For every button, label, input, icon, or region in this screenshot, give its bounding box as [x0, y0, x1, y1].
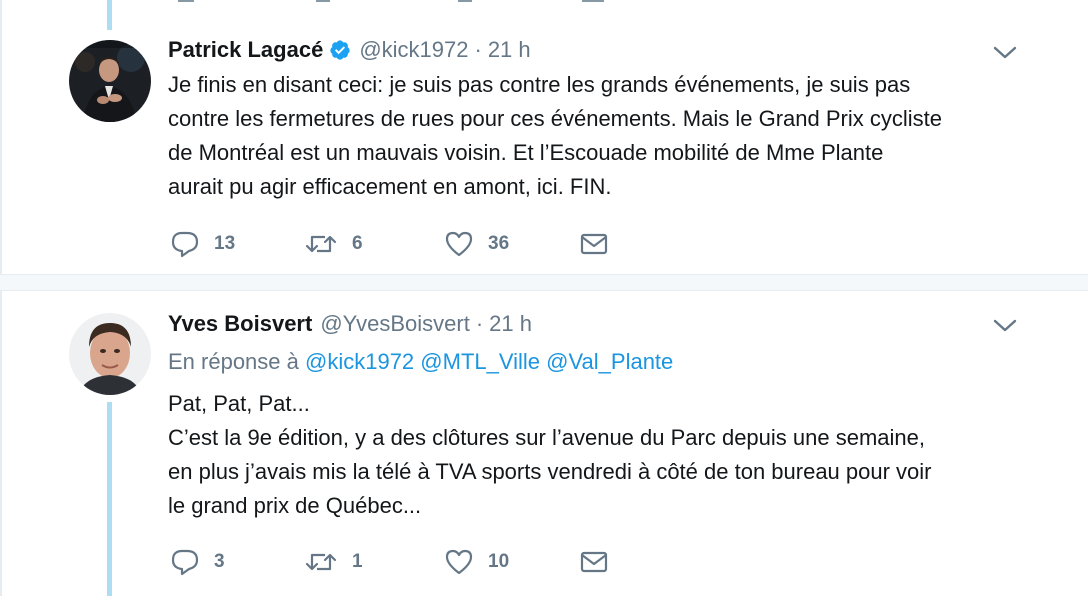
tweet-text-line: contre les fermetures de rues pour ces é… [168, 106, 942, 131]
avatar[interactable] [69, 313, 151, 395]
tweet-text-line: C’est la 9e édition, y a des clôtures su… [168, 425, 925, 450]
retweet-icon [305, 235, 337, 253]
retweet-button[interactable]: 1 [304, 547, 363, 577]
tweet[interactable]: Patrick Lagacé @kick1972 · 21 h Je finis… [0, 0, 1088, 274]
tweet-actions: 3 1 10 [170, 547, 630, 577]
retweet-icon [305, 553, 337, 571]
direct-message-button[interactable] [580, 229, 608, 259]
tweet-header: Patrick Lagacé @kick1972 · 21 h [168, 36, 531, 64]
heart-icon [445, 231, 473, 257]
tweet-text: Pat, Pat, Pat... C’est la 9e édition, y … [168, 387, 932, 523]
tweet-timestamp[interactable]: 21 h [489, 310, 532, 338]
verified-badge-icon [330, 40, 350, 60]
tweet-text-line: Je finis en disant ceci: je suis pas con… [168, 72, 911, 97]
reply-button[interactable]: 3 [170, 547, 225, 577]
reply-count: 13 [214, 233, 236, 254]
avatar[interactable] [69, 40, 151, 122]
header-separator: · [474, 37, 482, 62]
tweet-divider [0, 274, 1088, 291]
tweet-header: Yves Boisvert @YvesBoisvert · 21 h [168, 310, 532, 338]
reply-button[interactable]: 13 [170, 229, 235, 259]
like-count: 36 [488, 233, 510, 254]
tweet-text-line: en plus j’avais mis la télé à TVA sports… [168, 459, 932, 484]
author-handle[interactable]: @YvesBoisvert [320, 310, 470, 338]
mention-link[interactable]: @kick1972 [305, 349, 414, 374]
reply-icon [171, 231, 199, 258]
reply-icon [171, 549, 199, 576]
envelope-icon [580, 233, 608, 255]
author-name[interactable]: Patrick Lagacé [168, 36, 323, 64]
tweet[interactable]: Yves Boisvert @YvesBoisvert · 21 h En ré… [0, 291, 1088, 596]
header-separator: · [475, 311, 484, 336]
reply-context: En réponse à @kick1972 @MTL_Ville @Val_P… [168, 348, 673, 376]
tweet-text-line: le grand prix de Québec... [168, 493, 422, 518]
retweet-count: 1 [352, 551, 363, 572]
tweet-text-line: aurait pu agir efficacement en amont, ic… [168, 174, 612, 199]
tweet-actions: 13 6 36 [170, 229, 630, 259]
like-button[interactable]: 36 [444, 229, 509, 259]
heart-icon [445, 549, 473, 575]
tweet-text-line: Pat, Pat, Pat... [168, 391, 310, 416]
tweet-text: Je finis en disant ceci: je suis pas con… [168, 68, 942, 204]
thread-connector-line-bottom [107, 402, 112, 596]
envelope-icon [580, 551, 608, 573]
like-button[interactable]: 10 [444, 547, 509, 577]
chevron-down-icon[interactable] [993, 45, 1017, 61]
twitter-thread-page: Patrick Lagacé @kick1972 · 21 h Je finis… [0, 0, 1088, 596]
retweet-count: 6 [352, 233, 363, 254]
author-handle[interactable]: @kick1972 [359, 36, 468, 64]
like-count: 10 [488, 551, 510, 572]
mention-link[interactable]: @Val_Plante [546, 349, 673, 374]
tweet-timestamp[interactable]: 21 h [488, 36, 531, 64]
chevron-down-icon[interactable] [993, 318, 1017, 334]
direct-message-button[interactable] [580, 547, 608, 577]
avatar-image [69, 313, 151, 395]
avatar-image [69, 40, 151, 122]
retweet-button[interactable]: 6 [304, 229, 363, 259]
tweet-text-line: de Montréal est un mauvais voisin. Et l’… [168, 140, 884, 165]
reply-count: 3 [214, 551, 225, 572]
author-name[interactable]: Yves Boisvert [168, 310, 312, 338]
reply-prefix: En réponse à [168, 349, 299, 374]
mention-link[interactable]: @MTL_Ville [420, 349, 540, 374]
